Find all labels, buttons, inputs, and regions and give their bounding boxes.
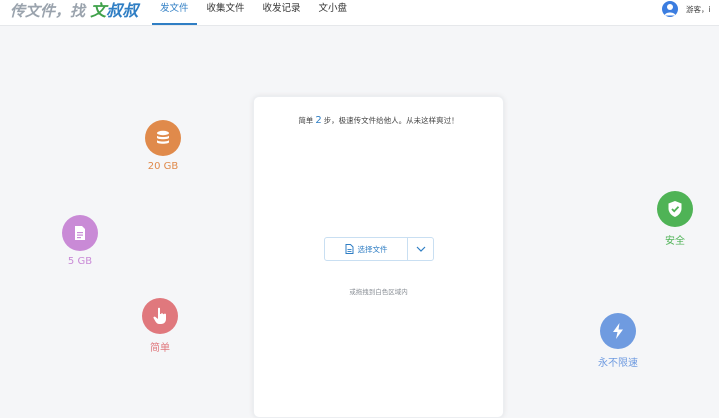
tagline-prefix: 简单 (298, 116, 314, 125)
upload-tagline: 简单 2 步，极速传文件给他人。从未这样爽过！ (254, 115, 503, 126)
user-menu[interactable]: 游客，i (662, 1, 711, 17)
tagline-suffix: 步，极速传文件给他人。从未这样爽过！ (323, 116, 459, 125)
feature-5gb: 5 GB (40, 215, 120, 267)
logo-brand-part2: 叔叔 (106, 1, 139, 20)
select-file-group: 选择文件 (324, 237, 434, 261)
file-icon (62, 215, 98, 251)
tagline-step-count: 2 (315, 115, 322, 126)
feature-simple: 简单 (120, 298, 200, 354)
nav-history[interactable]: 收发记录 (255, 0, 309, 25)
site-logo[interactable]: 传文件，找 文叔叔 (10, 0, 138, 25)
document-icon (345, 244, 353, 254)
feature-20gb: 20 GB (123, 120, 203, 172)
feature-secure-label: 安全 (665, 236, 685, 247)
chevron-down-icon (416, 246, 425, 252)
upload-card[interactable]: 简单 2 步，极速传文件给他人。从未这样爽过！ 选择文件 或拖拽到白色区域内 (253, 96, 504, 418)
logo-brand-part1: 文 (90, 1, 107, 20)
drag-drop-hint: 或拖拽到白色区域内 (349, 288, 408, 296)
avatar[interactable] (662, 1, 678, 17)
hand-pointer-icon (142, 298, 178, 334)
select-options-toggle[interactable] (408, 238, 433, 260)
feature-fast: 永不限速 (578, 313, 658, 369)
feature-5gb-label: 5 GB (67, 256, 93, 267)
user-name: 游客，i (686, 4, 711, 14)
nav-mini-disk[interactable]: 文小盘 (311, 0, 356, 25)
select-file-button[interactable]: 选择文件 (325, 238, 408, 260)
feature-20gb-label: 20 GB (147, 161, 179, 172)
shield-check-icon (657, 191, 693, 227)
main-nav: 发文件 收集文件 收发记录 文小盘 (152, 0, 357, 25)
top-bar: 传文件，找 文叔叔 发文件 收集文件 收发记录 文小盘 游客，i (0, 0, 719, 26)
database-icon (145, 120, 181, 156)
feature-fast-label: 永不限速 (598, 358, 638, 369)
feature-secure: 安全 (635, 191, 715, 247)
nav-collect-files[interactable]: 收集文件 (199, 0, 253, 25)
feature-simple-label: 简单 (150, 343, 170, 354)
select-file-label: 选择文件 (357, 244, 388, 254)
user-icon (664, 4, 676, 16)
lightning-icon (600, 313, 636, 349)
nav-send-files[interactable]: 发文件 (152, 0, 197, 25)
logo-slogan: 传文件，找 (10, 2, 86, 20)
